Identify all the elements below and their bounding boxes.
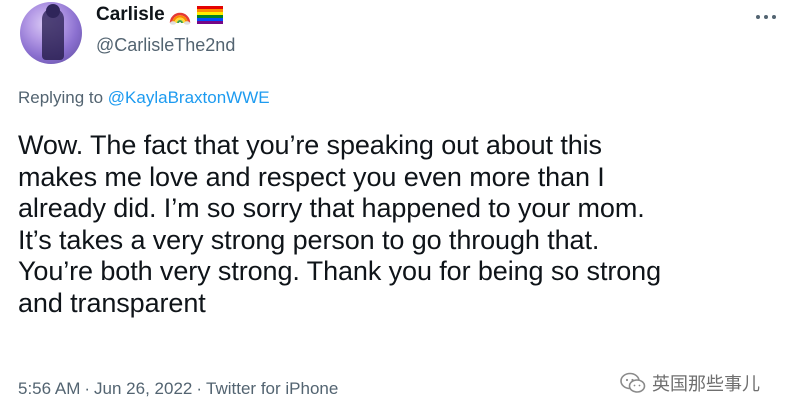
watermark: 英国那些事儿 xyxy=(620,370,760,396)
tweet-source: Twitter for iPhone xyxy=(206,379,339,398)
display-name-row[interactable]: Carlisle xyxy=(96,4,223,26)
pride-flag-icon xyxy=(196,6,223,24)
user-handle[interactable]: @CarlisleThe2nd xyxy=(96,35,235,56)
more-options-icon[interactable] xyxy=(756,12,780,22)
replying-prefix: Replying to xyxy=(18,88,108,107)
reply-mention-link[interactable]: @KaylaBraxtonWWE xyxy=(108,88,270,107)
tweet-meta: 5:56 AM · Jun 26, 2022 · Twitter for iPhone xyxy=(18,379,338,399)
replying-to: Replying to @KaylaBraxtonWWE xyxy=(18,88,270,108)
meta-separator: · xyxy=(84,379,91,398)
wechat-icon xyxy=(620,372,646,393)
tweet-time[interactable]: 5:56 AM xyxy=(18,379,80,398)
rainbow-icon xyxy=(169,12,190,25)
avatar-head xyxy=(46,4,60,18)
tweet-date[interactable]: Jun 26, 2022 xyxy=(94,379,192,398)
display-name[interactable]: Carlisle xyxy=(96,4,165,26)
meta-separator: · xyxy=(196,379,203,398)
avatar[interactable] xyxy=(20,2,82,64)
watermark-text: 英国那些事儿 xyxy=(652,374,760,395)
tweet-text: Wow. The fact that you’re speaking out a… xyxy=(18,130,661,318)
